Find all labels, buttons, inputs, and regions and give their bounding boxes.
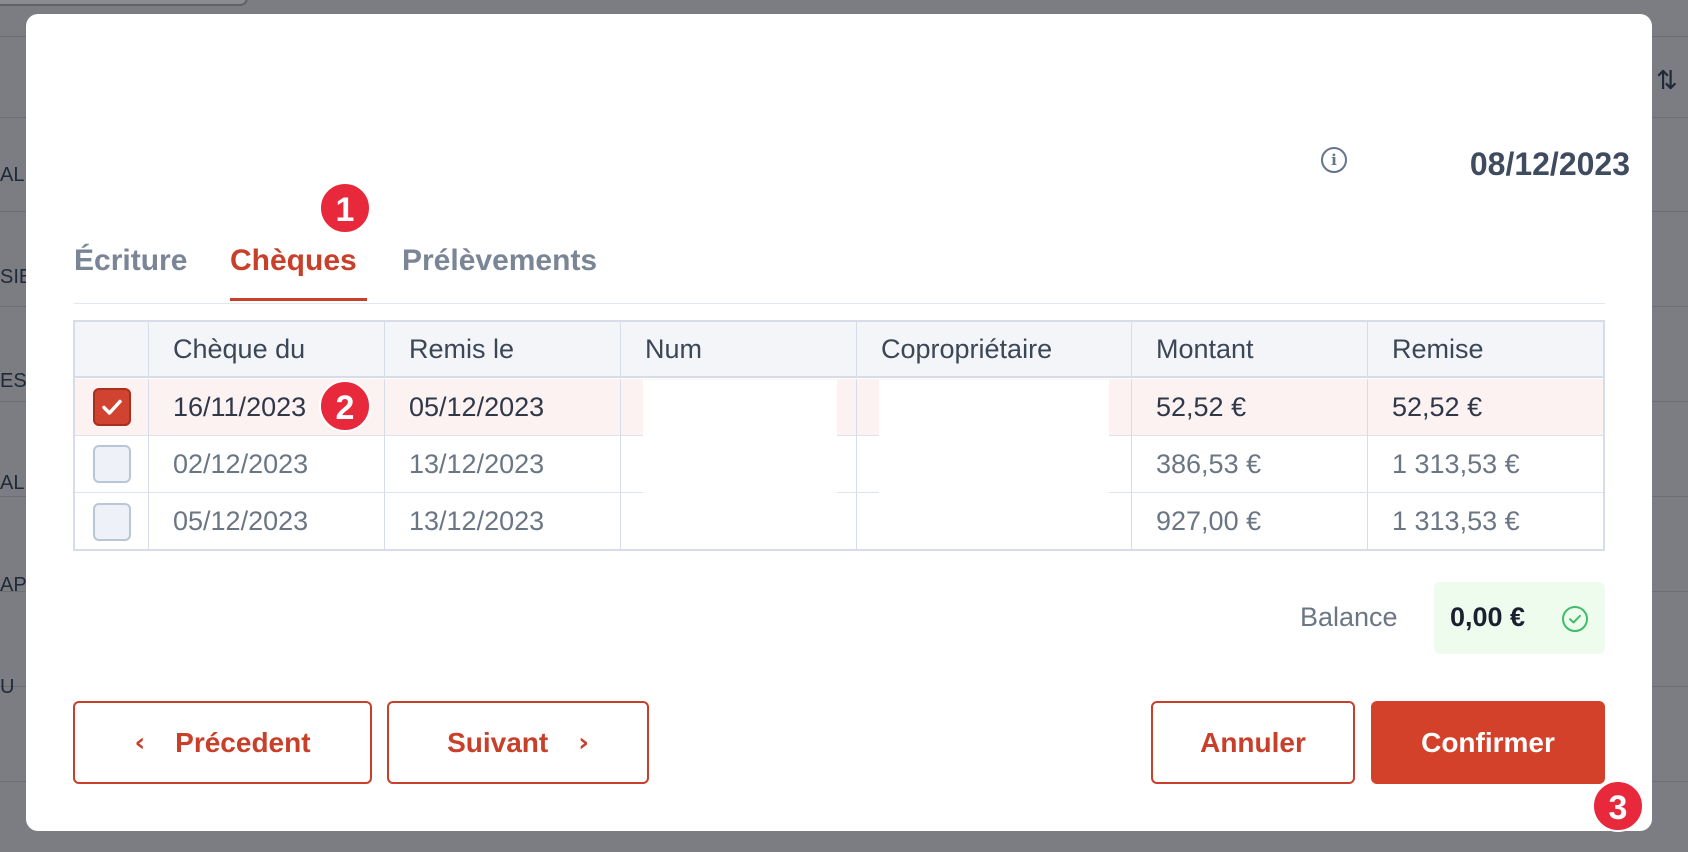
background-input bbox=[0, 0, 248, 6]
row-checkbox[interactable] bbox=[92, 388, 131, 426]
table-row[interactable]: 05/12/2023 13/12/2023 927,00 € 1 313,53 … bbox=[75, 493, 1603, 550]
balance-box: 0,00 € bbox=[1434, 582, 1605, 654]
column-header: Chèque du bbox=[148, 322, 384, 376]
balance-value: 0,00 € bbox=[1450, 602, 1526, 632]
redacted-description bbox=[64, 134, 1288, 174]
row-select-cell bbox=[75, 436, 148, 492]
step-badge: 3 bbox=[1592, 780, 1644, 832]
row-checkbox[interactable] bbox=[92, 445, 131, 483]
previous-button[interactable]: ‹ Précedent bbox=[73, 701, 372, 784]
next-button-label: Suivant bbox=[447, 726, 549, 758]
tab-bar: Écriture Chèques Prélèvements bbox=[74, 236, 1605, 304]
cell-cheque-du: 05/12/2023 bbox=[148, 493, 384, 550]
row-select-cell bbox=[75, 493, 148, 550]
column-header: Remis le bbox=[384, 322, 620, 376]
chevron-left-icon: ‹ bbox=[134, 727, 146, 758]
tab-cheques[interactable]: Chèques bbox=[230, 244, 357, 278]
cell-montant: 52,52 € bbox=[1131, 379, 1367, 435]
confirm-button[interactable]: Confirmer bbox=[1371, 701, 1605, 784]
table-header: Chèque du Remis le Num Copropriétaire Mo… bbox=[75, 322, 1603, 378]
redacted-title bbox=[64, 67, 509, 102]
row-select-cell bbox=[75, 379, 148, 435]
redacted-num bbox=[643, 380, 837, 516]
chevron-right-icon: › bbox=[578, 727, 589, 758]
active-tab-indicator bbox=[230, 298, 367, 301]
tab-prelevements[interactable]: Prélèvements bbox=[402, 244, 597, 278]
previous-button-label: Précedent bbox=[175, 726, 311, 758]
cell-remis-le: 13/12/2023 bbox=[384, 436, 620, 492]
table-row[interactable]: 16/11/2023 05/12/2023 52,52 € 52,52 € bbox=[75, 379, 1603, 436]
cell-remis-le: 05/12/2023 bbox=[384, 379, 620, 435]
balance-label: Balance bbox=[1300, 602, 1398, 632]
info-icon[interactable]: i bbox=[1321, 147, 1347, 173]
cheques-table: Chèque du Remis le Num Copropriétaire Mo… bbox=[73, 320, 1605, 551]
check-circle-icon bbox=[1562, 606, 1588, 632]
checkmark-icon bbox=[101, 399, 122, 415]
step-badge: 2 bbox=[319, 380, 371, 432]
header-select bbox=[75, 322, 148, 376]
background-row-label: U bbox=[0, 676, 15, 698]
cell-remise: 52,52 € bbox=[1367, 379, 1603, 435]
sort-arrows-icon[interactable]: ⇅ bbox=[1656, 66, 1678, 96]
table-row[interactable]: 02/12/2023 13/12/2023 386,53 € 1 313,53 … bbox=[75, 436, 1603, 493]
column-header: Num bbox=[620, 322, 856, 376]
column-header: Montant bbox=[1131, 322, 1367, 376]
cell-montant: 927,00 € bbox=[1131, 493, 1367, 550]
cancel-button[interactable]: Annuler bbox=[1151, 701, 1355, 784]
background-row-label: AL bbox=[0, 472, 25, 494]
cancel-button-label: Annuler bbox=[1200, 726, 1306, 758]
cell-remise: 1 313,53 € bbox=[1367, 493, 1603, 550]
confirm-button-label: Confirmer bbox=[1421, 726, 1555, 758]
column-header: Copropriétaire bbox=[856, 322, 1131, 376]
background-row-label: AL bbox=[0, 164, 25, 186]
cell-remis-le: 13/12/2023 bbox=[384, 493, 620, 550]
next-button[interactable]: Suivant › bbox=[387, 701, 649, 784]
tab-divider bbox=[74, 303, 1605, 304]
cell-montant: 386,53 € bbox=[1131, 436, 1367, 492]
cell-remise: 1 313,53 € bbox=[1367, 436, 1603, 492]
row-checkbox[interactable] bbox=[92, 502, 131, 541]
operation-date: 08/12/2023 bbox=[1469, 146, 1630, 182]
background-row-label: AP bbox=[0, 574, 27, 596]
cell-cheque-du: 02/12/2023 bbox=[148, 436, 384, 492]
step-badge: 1 bbox=[319, 182, 371, 234]
redacted-coproprietaire bbox=[879, 380, 1109, 516]
column-header: Remise bbox=[1367, 322, 1603, 376]
background-row-label: ES bbox=[0, 370, 27, 392]
tab-ecriture[interactable]: Écriture bbox=[74, 244, 187, 278]
